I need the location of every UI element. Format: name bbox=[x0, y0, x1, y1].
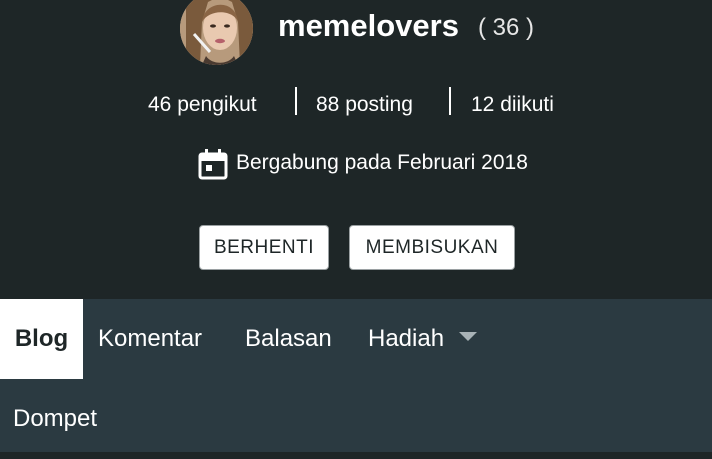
tab-comments[interactable]: Komentar bbox=[98, 299, 202, 379]
profile-header: memelovers ( 36 ) 46 pengikut 88 posting… bbox=[0, 0, 712, 299]
posts-count[interactable]: 88 posting bbox=[316, 85, 413, 125]
avatar-photo bbox=[180, 0, 253, 65]
tab-replies[interactable]: Balasan bbox=[245, 299, 332, 379]
profile-stats: 46 pengikut 88 posting 12 diikuti bbox=[0, 85, 712, 125]
join-date-text: Bergabung pada Februari 2018 bbox=[236, 151, 528, 174]
chevron-down-icon[interactable] bbox=[459, 332, 477, 341]
calendar-icon bbox=[198, 149, 228, 180]
stats-divider bbox=[449, 87, 451, 115]
avatar[interactable] bbox=[180, 0, 253, 65]
stats-divider bbox=[295, 87, 297, 115]
mute-button[interactable]: MEMBISUKAN bbox=[349, 225, 515, 270]
tab-rewards[interactable]: Hadiah bbox=[368, 299, 444, 379]
username[interactable]: memelovers bbox=[278, 4, 459, 48]
tab-wallet[interactable]: Dompet bbox=[13, 379, 97, 459]
tab-blog[interactable]: Blog bbox=[0, 299, 83, 379]
reputation-score: ( 36 ) bbox=[478, 14, 535, 41]
unfollow-button[interactable]: BERHENTI bbox=[199, 225, 329, 270]
followers-count[interactable]: 46 pengikut bbox=[148, 85, 257, 125]
profile-tabs: Blog Komentar Balasan Hadiah Dompet bbox=[0, 299, 712, 452]
following-count[interactable]: 12 diikuti bbox=[471, 85, 554, 125]
